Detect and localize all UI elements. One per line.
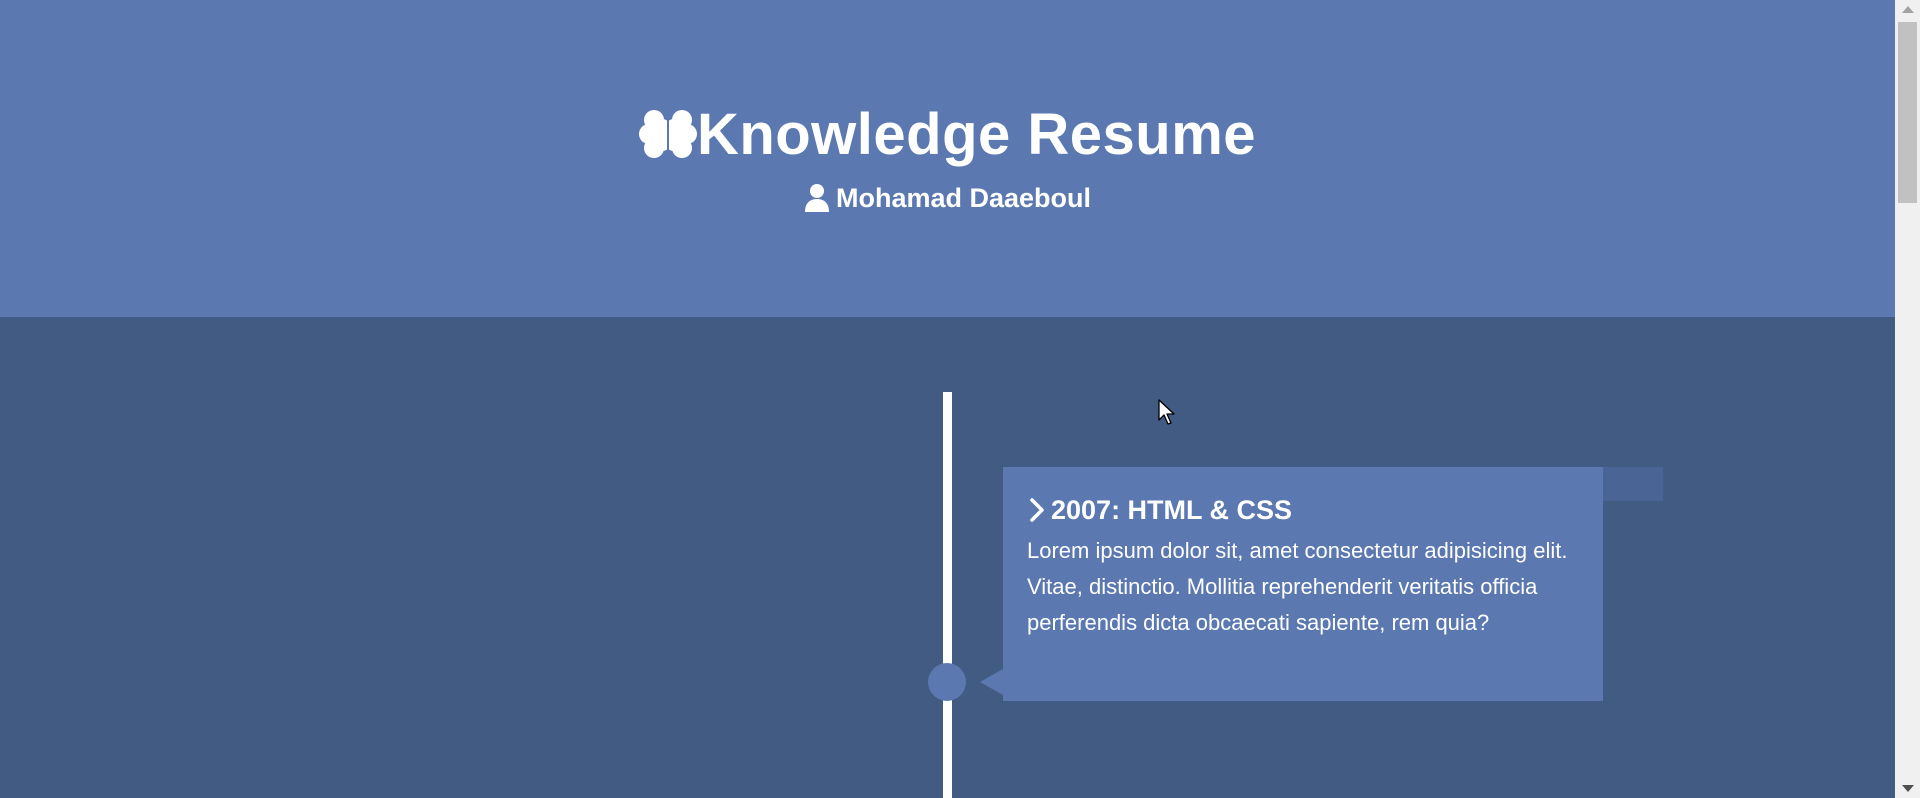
card-shadow (1603, 467, 1663, 501)
user-icon (804, 184, 829, 212)
page-title: Knowledge Resume (696, 102, 1257, 167)
scroll-down-arrow-icon[interactable] (1902, 785, 1914, 792)
scrollbar-thumb[interactable] (1898, 22, 1917, 203)
card-title: 2007: HTML & CSS (1051, 495, 1293, 525)
brain-icon (638, 110, 697, 158)
vertical-scrollbar[interactable] (1895, 0, 1920, 798)
author-name: Mohamad Daaeboul (835, 183, 1092, 213)
chevron-right-icon (1030, 498, 1044, 522)
timeline-card: 2007: HTML & CSS Lorem ipsum dolor sit, … (1003, 467, 1603, 701)
card-pointer (980, 669, 1003, 695)
title-row: Knowledge Resume (0, 100, 1895, 170)
card-title-row: 2007: HTML & CSS (1027, 493, 1579, 527)
timeline-section: 2007: HTML & CSS Lorem ipsum dolor sit, … (0, 317, 1895, 798)
scroll-up-arrow-icon[interactable] (1902, 6, 1914, 13)
timeline-dot (928, 663, 966, 701)
card-text: Lorem ipsum dolor sit, amet consectetur … (1027, 538, 1568, 635)
mouse-cursor-icon (1158, 399, 1175, 425)
timeline-line (943, 392, 952, 798)
page: Knowledge Resume Mohamad Daaeboul 2007: … (0, 0, 1920, 798)
page-header: Knowledge Resume Mohamad Daaeboul (0, 0, 1895, 317)
author-row: Mohamad Daaeboul (0, 180, 1895, 216)
